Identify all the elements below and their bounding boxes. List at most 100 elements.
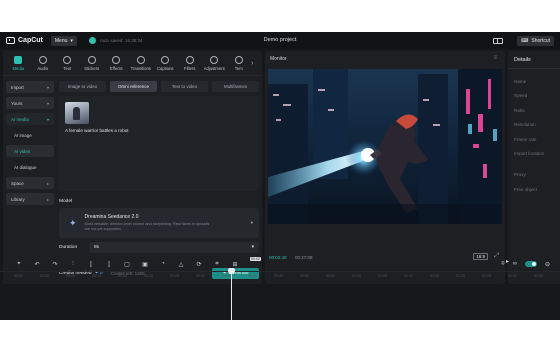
- snap-toggle[interactable]: [524, 261, 537, 267]
- sidebar-item-space[interactable]: Space ▸: [6, 177, 54, 189]
- chevron-down-icon: ▾: [70, 37, 73, 44]
- split-left-icon[interactable]: ⟦: [82, 261, 100, 268]
- split-right-icon[interactable]: ⟧: [100, 261, 118, 268]
- tab-image-to-video[interactable]: Image to video: [59, 81, 106, 92]
- crop-frame-icon[interactable]: ▣: [136, 261, 154, 268]
- timeline-ruler[interactable]: 00:00 00:02 00:05 00:10 00:15 00:20 00:25 00:30…: [0, 271, 560, 281]
- layout-icon[interactable]: [493, 37, 504, 44]
- prompt-box[interactable]: A female warrior battles a robot: [59, 96, 259, 191]
- more-tools-icon[interactable]: ⊞: [226, 261, 244, 268]
- ruler-tick: 01:20: [456, 274, 465, 278]
- detail-proxy: Proxy: [514, 172, 526, 177]
- duration-select[interactable]: 8s ▾: [89, 242, 259, 253]
- project-title[interactable]: Demo project: [0, 37, 560, 43]
- chevron-icon: ▾: [46, 100, 49, 106]
- redo-icon[interactable]: ↷: [46, 261, 64, 268]
- toolbar-captions[interactable]: Captions: [153, 55, 178, 71]
- app-name: CapCut: [18, 37, 43, 44]
- text-icon: [63, 55, 72, 64]
- video-preview[interactable]: [268, 69, 502, 224]
- ruler-tick: 01:30: [508, 274, 517, 278]
- tab-multiframes[interactable]: Multiframes: [212, 81, 259, 92]
- sparkle-icon: ✦: [69, 217, 77, 228]
- ruler-tick: 00:50: [300, 274, 309, 278]
- toolbar-audio[interactable]: Audio: [31, 55, 56, 71]
- sidebar-item-ai-video[interactable]: AI video: [6, 145, 54, 157]
- toolbar-filters[interactable]: Filters: [178, 55, 203, 71]
- prompt-text[interactable]: A female warrior battles a robot: [65, 128, 253, 133]
- model-description: Most versatile, director-level control a…: [84, 222, 210, 231]
- microphone-icon[interactable]: ⍟: [501, 261, 505, 268]
- chevron-icon: ▸: [46, 196, 49, 202]
- model-name: Dreamina Seedance 2.0: [84, 214, 139, 220]
- stickers-icon: [87, 55, 96, 64]
- playhead[interactable]: [228, 268, 235, 320]
- undo-icon[interactable]: ↶: [28, 261, 46, 268]
- chevron-down-icon: ▾: [251, 245, 254, 250]
- ruler-tick: 00:10: [92, 274, 101, 278]
- effects-icon: [112, 55, 121, 64]
- top-bar: CapCut Menu ▾ Auto saved: 16:38:34 Demo …: [0, 32, 560, 49]
- split-icon[interactable]: ⫶: [64, 261, 82, 268]
- ruler-tick: 01:25: [482, 274, 491, 278]
- toolbar-adjustment[interactable]: Adjustment: [202, 55, 227, 71]
- sidebar-item-import[interactable]: Import ▾: [6, 81, 54, 93]
- toolbar-text[interactable]: Text: [55, 55, 80, 71]
- adjustment-icon: [210, 55, 219, 64]
- detail-free-object: Free object: [514, 186, 537, 192]
- templates-icon: [234, 55, 243, 64]
- duration-row: Duration 8s ▾: [59, 242, 259, 253]
- sidebar-item-library[interactable]: Library ▸: [6, 193, 54, 205]
- ruler-tick: 01:00: [352, 274, 361, 278]
- crop-icon[interactable]: ⌗: [208, 261, 226, 268]
- mask-icon[interactable]: △: [172, 261, 190, 268]
- ruler-tick: 01:10: [404, 274, 413, 278]
- reference-image-thumbnail[interactable]: [65, 102, 89, 124]
- model-selector[interactable]: ✦ Dreamina Seedance 2.0 Most versatile, …: [59, 208, 259, 238]
- sidebar-item-yours[interactable]: Yours ▾: [6, 97, 54, 109]
- captions-icon: [161, 55, 170, 64]
- chevron-icon: ▾: [46, 116, 49, 122]
- toolbar-stickers[interactable]: Stickers: [80, 55, 105, 71]
- detail-frame-rate: Frame rate: [514, 136, 537, 142]
- tab-text-to-video[interactable]: Text to video: [161, 81, 208, 92]
- ruler-tick: 00:45: [274, 274, 283, 278]
- timeline-toolbar: ⌖ ↶ ↷ ⫶ ⟦ ⟧ ▢ ▣ ◔ △ ⟳ ⌗ ⊞ ⍟ ∞ ⊖: [0, 257, 560, 271]
- details-title: Details: [514, 57, 531, 63]
- chevron-right-icon[interactable]: ›: [251, 60, 253, 67]
- ruler-tick: 00:35: [222, 274, 231, 278]
- ai-video-content: Image to video Omni reference Text to vide…: [59, 81, 259, 281]
- shortcut-button[interactable]: ⌨ Shortcut: [517, 35, 554, 46]
- select-cursor-icon[interactable]: ⌖: [10, 261, 28, 268]
- menu-lines-icon[interactable]: ≡: [493, 55, 497, 61]
- monitor-panel: Monitor ≡ 00:02:40 00:27:08 16:9 ⤢: [265, 51, 505, 284]
- ruler-tick: 00:20: [144, 274, 153, 278]
- delete-icon[interactable]: ▢: [118, 261, 136, 268]
- filters-icon: [185, 55, 194, 64]
- link-icon[interactable]: ∞: [513, 261, 517, 267]
- speed-icon[interactable]: ◔: [154, 261, 172, 267]
- ruler-tick: 00:02: [40, 274, 49, 278]
- menu-button[interactable]: Menu ▾: [50, 35, 77, 46]
- zoom-icon[interactable]: ⊖: [545, 261, 550, 268]
- detail-speed: Speed: [514, 93, 528, 98]
- tab-omni-reference[interactable]: Omni reference: [110, 81, 157, 92]
- ruler-tick: 00:40: [248, 274, 257, 278]
- toolbar-effects[interactable]: Effects: [104, 55, 129, 71]
- ruler-tick: 00:00: [14, 274, 23, 278]
- sidebar-item-ai-media[interactable]: AI media ▾: [6, 113, 54, 125]
- details-panel: Details Name Speed Ratio Resolution Frame ra…: [508, 51, 560, 284]
- toolbar-transitions[interactable]: Transitions: [129, 55, 154, 71]
- toolbar-media[interactable]: Media: [6, 55, 31, 71]
- divider: [508, 68, 560, 69]
- rotate-icon[interactable]: ⟳: [190, 261, 208, 268]
- save-status: Auto saved: 16:38:34: [88, 37, 142, 44]
- sidebar-item-ai-image[interactable]: AI image: [6, 129, 54, 141]
- duration-label: Duration: [59, 245, 78, 250]
- sidebar-item-ai-dialogue[interactable]: AI dialogue: [6, 161, 54, 173]
- timecode-badge: 00:02: [250, 257, 261, 261]
- capcut-window: CapCut Menu ▾ Auto saved: 16:38:34 Demo …: [0, 32, 560, 320]
- ruler-tick: 00:05: [66, 274, 75, 278]
- toolbar-tem[interactable]: Tem: [227, 55, 252, 71]
- ruler-tick: 00:55: [326, 274, 335, 278]
